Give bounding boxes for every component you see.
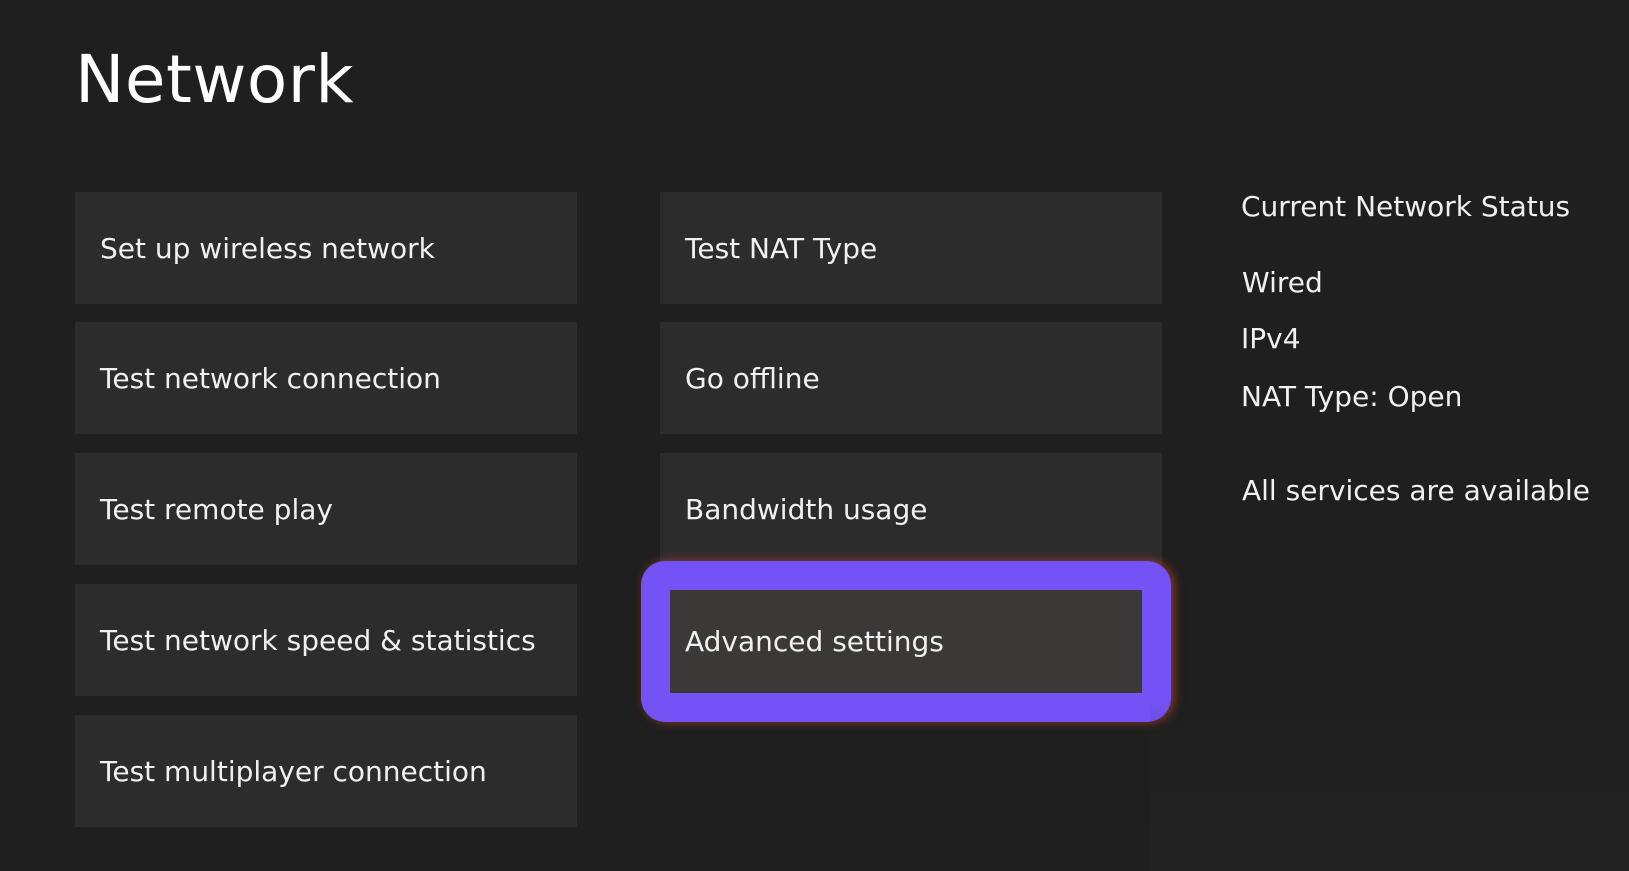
nat-type-status: NAT Type: Open bbox=[1241, 380, 1463, 413]
page-title: Network bbox=[75, 41, 355, 118]
test-network-speed-button[interactable]: Test network speed & statistics bbox=[75, 584, 577, 696]
advanced-settings-button[interactable]: Advanced settings bbox=[670, 590, 1142, 693]
status-heading: Current Network Status bbox=[1241, 190, 1571, 223]
services-status: All services are available bbox=[1242, 474, 1590, 507]
tile-label: Test remote play bbox=[100, 492, 333, 526]
go-offline-button[interactable]: Go offline bbox=[660, 322, 1162, 434]
tile-label: Set up wireless network bbox=[100, 231, 435, 265]
bandwidth-usage-button[interactable]: Bandwidth usage bbox=[660, 453, 1162, 565]
ip-version: IPv4 bbox=[1241, 322, 1301, 355]
tile-label: Test network connection bbox=[100, 361, 441, 395]
tile-label: Advanced settings bbox=[685, 625, 944, 658]
tile-label: Go offline bbox=[685, 361, 820, 395]
test-multiplayer-connection-button[interactable]: Test multiplayer connection bbox=[75, 715, 577, 827]
test-network-connection-button[interactable]: Test network connection bbox=[75, 322, 577, 434]
tile-label: Test network speed & statistics bbox=[100, 623, 536, 657]
test-nat-type-button[interactable]: Test NAT Type bbox=[660, 192, 1162, 304]
connection-type: Wired bbox=[1242, 266, 1323, 299]
set-up-wireless-network-button[interactable]: Set up wireless network bbox=[75, 192, 577, 304]
test-remote-play-button[interactable]: Test remote play bbox=[75, 453, 577, 565]
tile-label: Test multiplayer connection bbox=[100, 754, 487, 788]
background-shade bbox=[1150, 700, 1629, 871]
tile-label: Bandwidth usage bbox=[685, 492, 928, 526]
tile-label: Test NAT Type bbox=[685, 231, 878, 265]
